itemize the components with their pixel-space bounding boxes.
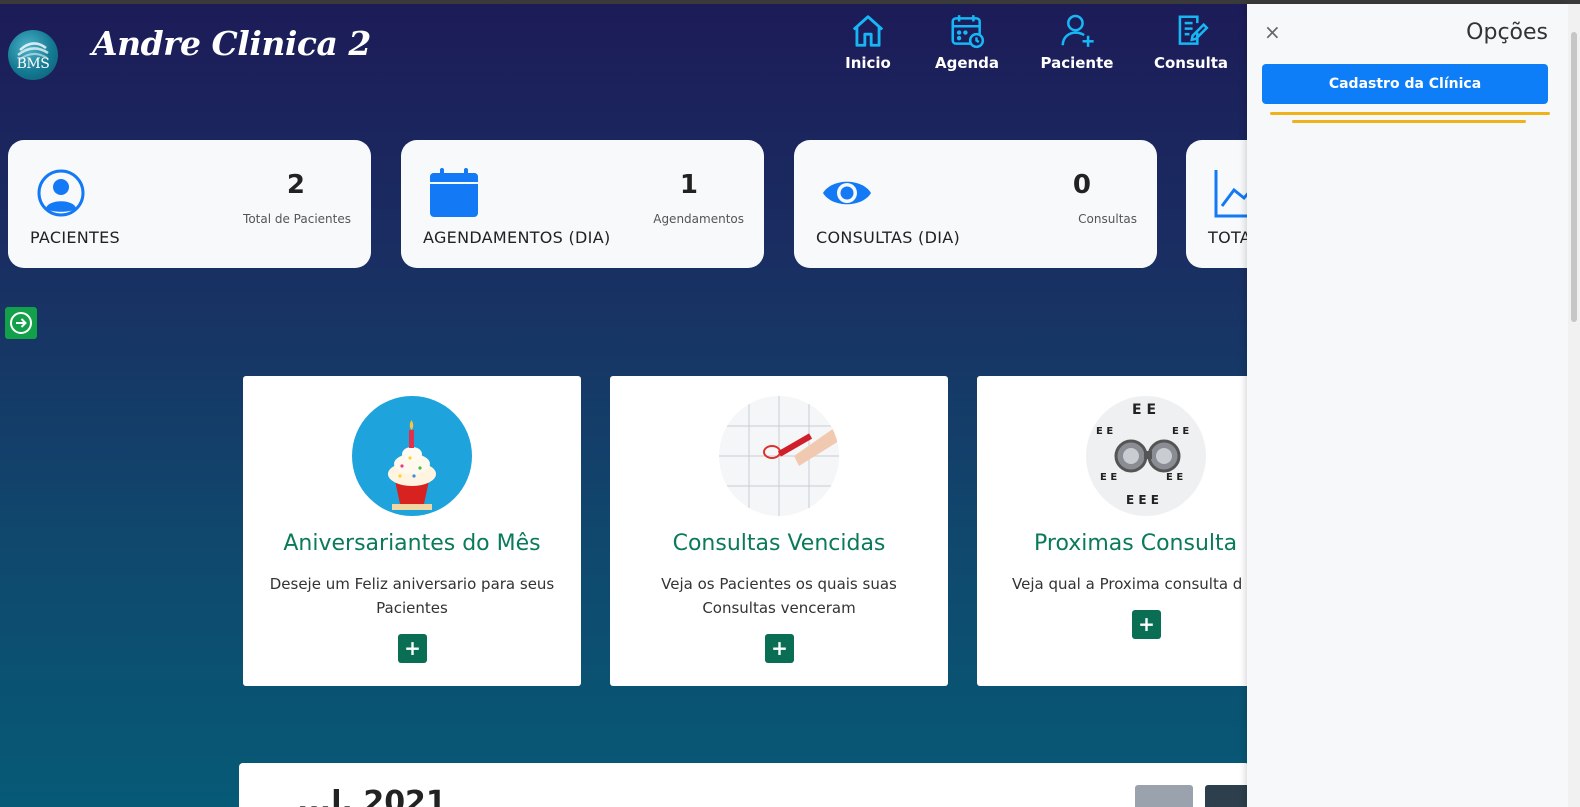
home-icon — [852, 15, 884, 47]
nav-label-inicio: Inicio — [845, 54, 891, 72]
feature-card-consultas-vencidas: Consultas Vencidas Veja os Pacientes os … — [610, 376, 948, 686]
eye-chart-image: E E E E E E E E E E E E E — [1086, 396, 1206, 516]
feature-title: Proximas Consulta — [1034, 531, 1238, 556]
feature-card-aniversariantes: Aniversariantes do Mês Deseje um Feliz a… — [243, 376, 581, 686]
bms-logo[interactable]: BMS — [8, 30, 58, 80]
nav-label-consulta: Consulta — [1153, 54, 1229, 72]
expand-arrow-button[interactable] — [5, 307, 37, 339]
eye-icon — [823, 181, 871, 205]
svg-text:E E: E E — [1132, 402, 1156, 418]
bottom-report-card: ...l. 2021 — [239, 763, 1249, 807]
add-button[interactable]: + — [1132, 610, 1161, 639]
stat-value: 2 — [286, 170, 305, 200]
nav-label-paciente: Paciente — [1040, 54, 1114, 72]
nav-paciente[interactable]: Paciente — [1027, 12, 1127, 72]
stat-title: PACIENTES — [30, 228, 120, 247]
scroll-thumb[interactable] — [1571, 32, 1577, 322]
close-icon[interactable]: × — [1264, 20, 1281, 44]
svg-text:E E: E E — [1100, 472, 1117, 483]
feature-title: Aniversariantes do Mês — [283, 531, 541, 556]
calendar-clock-icon — [951, 15, 985, 49]
stat-subtitle: Consultas — [1078, 212, 1137, 226]
user-plus-icon — [1061, 14, 1094, 47]
stat-value: 0 — [1072, 170, 1091, 200]
add-button[interactable]: + — [765, 634, 794, 663]
svg-text:E E: E E — [1166, 472, 1183, 483]
stat-card-pacientes[interactable]: 2 Total de Pacientes PACIENTES — [8, 140, 371, 268]
divider-line — [1270, 112, 1550, 115]
stat-card-agendamentos[interactable]: 1 Agendamentos AGENDAMENTOS (DIA) — [401, 140, 764, 268]
svg-text:E E: E E — [1172, 426, 1189, 437]
cupcake-image — [352, 396, 472, 516]
edit-document-icon — [1178, 15, 1209, 45]
feature-description: Veja os Pacientes os quais suas Consulta… — [661, 575, 897, 617]
panel-title: Opções — [1466, 20, 1548, 45]
stat-subtitle: Total de Pacientes — [243, 212, 351, 226]
report-title: ...l. 2021 — [297, 785, 447, 807]
report-button-primary[interactable] — [1205, 785, 1249, 807]
stat-title: CONSULTAS (DIA) — [816, 228, 960, 247]
nav-consulta[interactable]: Consulta — [1141, 12, 1241, 72]
options-panel: × Opções Cadastro da Clínica — [1247, 4, 1568, 807]
stat-title: AGENDAMENTOS (DIA) — [423, 228, 611, 247]
report-button-secondary[interactable] — [1135, 785, 1193, 807]
stat-card-consultas[interactable]: 0 Consultas CONSULTAS (DIA) — [794, 140, 1157, 268]
add-button[interactable]: + — [398, 634, 427, 663]
user-circle-icon — [37, 169, 85, 217]
scrollbar[interactable] — [1568, 4, 1580, 807]
svg-text:E E E: E E E — [1126, 493, 1159, 507]
nav-agenda[interactable]: Agenda — [917, 12, 1017, 72]
arrow-right-circle-icon — [10, 312, 32, 334]
feature-description: Deseje um Feliz aniversario para seus Pa… — [269, 575, 555, 617]
nav-label-agenda: Agenda — [934, 54, 1000, 72]
stat-value: 1 — [679, 170, 698, 200]
cadastro-clinica-button[interactable]: Cadastro da Clínica — [1262, 64, 1548, 104]
stat-subtitle: Agendamentos — [653, 212, 744, 226]
stat-title: TOTA — [1208, 228, 1252, 247]
calendar-icon — [430, 168, 478, 217]
svg-text:E E: E E — [1096, 426, 1113, 437]
clinic-name: Andre Clinica 2 — [92, 24, 371, 63]
calendar-pen-image — [719, 396, 839, 516]
nav-inicio[interactable]: Inicio — [818, 12, 918, 72]
divider-line — [1292, 120, 1526, 123]
feature-title: Consultas Vencidas — [672, 531, 886, 556]
